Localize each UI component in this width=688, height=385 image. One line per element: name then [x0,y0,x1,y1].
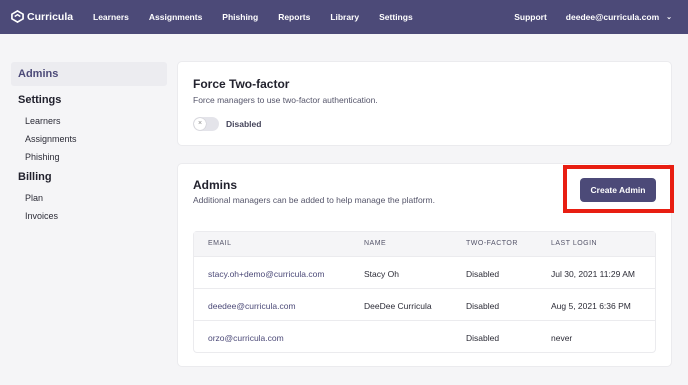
app-logo[interactable]: Curricula [11,10,73,23]
sidebar-item-learners[interactable]: Learners [11,116,167,126]
user-menu[interactable]: deedee@curricula.com [566,12,659,22]
nav-reports[interactable]: Reports [278,12,310,22]
table-row[interactable]: stacy.oh+demo@curricula.com Stacy Oh Dis… [194,256,655,288]
nav-learners[interactable]: Learners [93,12,129,22]
sidebar-heading-billing: Billing [18,171,52,183]
row-two-factor: Disabled [466,269,500,279]
column-header-two-factor: TWO-FACTOR [466,240,518,247]
column-header-email: EMAIL [208,240,232,247]
two-factor-description: Force managers to use two-factor authent… [193,95,378,105]
close-icon: × [194,118,206,130]
row-email[interactable]: deedee@curricula.com [208,301,296,311]
table-row[interactable]: deedee@curricula.com DeeDee Curricula Di… [194,288,655,320]
row-last-login: never [551,333,573,343]
row-last-login: Jul 30, 2021 11:29 AM [551,269,635,279]
top-navbar: Curricula Learners Assignments Phishing … [0,0,688,34]
row-last-login: Aug 5, 2021 6:36 PM [551,301,631,311]
sidebar-item-assignments[interactable]: Assignments [11,134,167,144]
sidebar-item-admins[interactable]: Admins [11,62,167,86]
sidebar-item-plan[interactable]: Plan [11,193,167,203]
admins-table: EMAIL NAME TWO-FACTOR LAST LOGIN stacy.o… [193,231,656,353]
nav-assignments[interactable]: Assignments [149,12,202,22]
sidebar-item-phishing[interactable]: Phishing [11,152,167,162]
row-two-factor: Disabled [466,333,500,343]
admins-description: Additional managers can be added to help… [193,195,435,205]
nav-phishing[interactable]: Phishing [222,12,258,22]
row-name: Stacy Oh [364,269,399,279]
table-header: EMAIL NAME TWO-FACTOR LAST LOGIN [194,232,655,256]
admins-title: Admins [193,178,238,192]
sidebar-item-invoices[interactable]: Invoices [11,211,167,221]
column-header-last-login: LAST LOGIN [551,240,598,247]
row-email[interactable]: orzo@curricula.com [208,333,284,343]
two-factor-title: Force Two-factor [193,77,290,91]
nav-library[interactable]: Library [330,12,359,22]
app-name: Curricula [27,10,74,23]
column-header-name: NAME [364,240,387,247]
sidebar-heading-settings: Settings [18,94,62,106]
curricula-logo-icon [11,10,24,23]
settings-sidebar: Admins Settings Learners Assignments Phi… [11,62,167,221]
nav-settings[interactable]: Settings [379,12,413,22]
row-email[interactable]: stacy.oh+demo@curricula.com [208,269,324,279]
row-name: DeeDee Curricula [364,301,432,311]
main-nav: Learners Assignments Phishing Reports Li… [93,0,433,34]
support-link[interactable]: Support [514,12,547,22]
two-factor-card: Force Two-factor Force managers to use t… [178,62,671,145]
table-row[interactable]: orzo@curricula.com Disabled never [194,320,655,352]
row-two-factor: Disabled [466,301,500,311]
chevron-down-icon[interactable]: ⌄ [666,13,672,21]
create-admin-button[interactable]: Create Admin [580,178,656,202]
two-factor-toggle[interactable]: × [193,117,219,131]
user-area: Support deedee@curricula.com ⌄ [514,0,672,34]
two-factor-toggle-label: Disabled [226,119,262,129]
